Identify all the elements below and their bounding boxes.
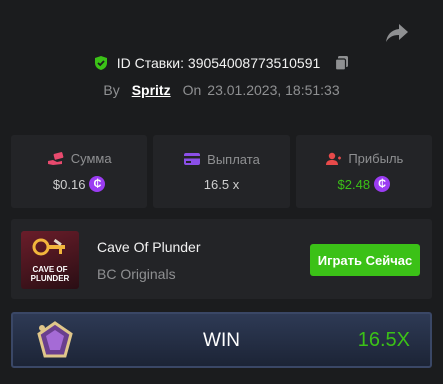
game-card: CAVE OF PLUNDER Cave Of Plunder BC Origi… [11, 219, 432, 299]
bet-id: ID Ставки: 39054008773510591 [116, 55, 321, 71]
game-title[interactable]: Cave Of Plunder [97, 239, 201, 255]
game-provider: BC Originals [97, 266, 176, 282]
by-label: By [103, 82, 120, 98]
stat-payout: Выплата 16.5 x [153, 135, 290, 208]
stat-payout-value: 16.5 x [203, 176, 240, 192]
stat-payout-label: Выплата [207, 151, 260, 167]
on-label: On [182, 82, 202, 98]
stat-amount-label: Сумма [70, 151, 112, 166]
copy-icon[interactable] [334, 55, 350, 71]
result-multiplier: 16.5X [357, 329, 410, 351]
stat-profit-value: $2.48 [337, 176, 371, 192]
money-hand-icon [47, 151, 64, 165]
bet-meta-row: By Spritz On 23.01.2023, 18:51:33 [0, 80, 443, 100]
stat-profit: Прибыль $2.48 ₵ [295, 135, 432, 208]
stat-amount: Сумма $0.16 ₵ [11, 135, 148, 208]
username-link[interactable]: Spritz [132, 82, 171, 98]
bet-date: 23.01.2023, 18:51:33 [207, 82, 340, 98]
stat-profit-label: Прибыль [348, 151, 404, 166]
share-icon[interactable] [384, 22, 410, 44]
bet-id-row: ID Ставки: 39054008773510591 [0, 52, 443, 74]
shield-check-icon [94, 56, 107, 70]
game-thumbnail[interactable]: CAVE OF PLUNDER [21, 231, 79, 289]
user-profit-icon [326, 152, 342, 165]
stats-row: Сумма $0.16 ₵ Выплата 16.5 x Прибыль $2.… [11, 135, 432, 208]
stat-amount-value: $0.16 [52, 176, 86, 192]
coin-icon: ₵ [374, 176, 391, 192]
play-now-button[interactable]: Играть Сейчас [310, 244, 420, 276]
coin-icon: ₵ [89, 176, 106, 192]
result-banner: WIN 16.5X [11, 312, 432, 368]
card-icon [184, 153, 201, 165]
game-thumbnail-text: CAVE OF PLUNDER [30, 265, 70, 283]
